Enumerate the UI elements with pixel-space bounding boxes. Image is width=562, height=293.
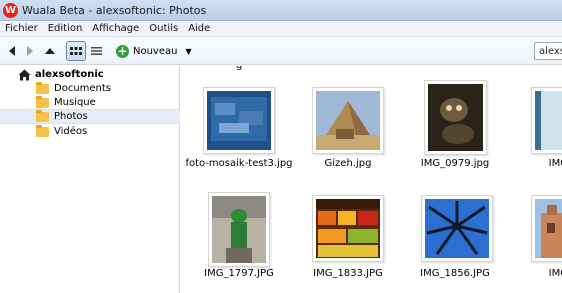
folder-icon	[36, 124, 49, 137]
thumbnail-view-button[interactable]	[66, 41, 86, 61]
new-button-label: Nouveau	[133, 45, 178, 57]
building-photo-icon	[535, 199, 562, 258]
menu-fichier[interactable]: Fichier	[0, 21, 43, 37]
file-thumbnail[interactable]	[208, 192, 270, 267]
menu-bar: Fichier Edition Affichage Outils Aide	[0, 21, 562, 37]
file-thumbnail[interactable]	[203, 87, 275, 154]
menu-affichage[interactable]: Affichage	[87, 21, 144, 37]
file-thumbnail[interactable]	[531, 87, 562, 154]
tree-root-alexsoftonic[interactable]: alexsoftonic	[18, 67, 104, 82]
menu-edition[interactable]: Edition	[43, 21, 88, 37]
mosaic-photo-icon	[207, 91, 271, 150]
file-thumbnail[interactable]	[424, 80, 487, 155]
sidebar-item-videos[interactable]: Vidéos	[36, 124, 180, 139]
statue-photo-icon	[212, 196, 266, 263]
list-view-button[interactable]	[89, 43, 103, 59]
folder-icon	[36, 95, 49, 108]
up-button[interactable]	[44, 43, 56, 59]
sidebar-item-label: Documents	[54, 83, 112, 94]
window-title: Wuala Beta - alexsoftonic: Photos	[22, 4, 207, 17]
monkey-photo-icon	[428, 84, 483, 151]
back-arrow-icon	[9, 46, 15, 56]
folder-icon	[36, 81, 49, 94]
sidebar-item-label: Musique	[54, 97, 96, 108]
waterfall-photo-icon	[535, 91, 562, 150]
forward-button[interactable]	[24, 43, 36, 59]
truncated-caption: g	[236, 66, 242, 71]
folder-icon	[36, 109, 49, 122]
menu-aide[interactable]: Aide	[183, 21, 215, 37]
sidebar-item-label: Vidéos	[54, 126, 88, 137]
sidebar-item-documents[interactable]: Documents	[36, 81, 180, 96]
file-name[interactable]: IMG_1833.JPG	[293, 268, 403, 279]
sidebar-item-label: Photos	[54, 111, 88, 122]
sidebar-item-musique[interactable]: Musique	[36, 95, 180, 110]
grid-view-icon	[70, 47, 82, 55]
market-photo-icon	[316, 199, 380, 258]
file-name[interactable]: Gizeh.jpg	[293, 158, 403, 169]
file-name[interactable]: foto-mosaik-test3.jpg	[184, 158, 294, 169]
sidebar-item-photos[interactable]: Photos	[0, 109, 180, 124]
chevron-down-icon[interactable]: ▼	[185, 47, 191, 56]
file-thumbnail[interactable]	[421, 195, 493, 262]
file-name[interactable]: IMG_1856.JPG	[400, 268, 510, 279]
palm-tree-photo-icon	[425, 199, 489, 258]
plus-icon: +	[116, 43, 129, 58]
file-thumbnail[interactable]	[312, 87, 384, 154]
new-button[interactable]: + Nouveau ▼	[116, 43, 196, 59]
folder-tree: alexsoftonic Documents Musique Photos Vi…	[0, 66, 180, 293]
up-arrow-icon	[45, 48, 55, 54]
file-name[interactable]: IMG_1	[509, 268, 562, 279]
search-input[interactable]	[534, 42, 562, 60]
home-icon	[18, 69, 31, 80]
app-logo-icon: W	[3, 3, 18, 18]
file-name[interactable]: IMG_0979.jpg	[400, 158, 510, 169]
file-name[interactable]: IMG_1797.JPG	[184, 268, 294, 279]
back-button[interactable]	[6, 43, 18, 59]
toolbar: + Nouveau ▼	[0, 37, 562, 65]
file-name[interactable]: IMG_1	[509, 158, 562, 169]
file-thumbnail[interactable]	[531, 195, 562, 262]
title-bar: W Wuala Beta - alexsoftonic: Photos	[0, 0, 562, 21]
forward-arrow-icon	[27, 46, 33, 56]
file-grid: g foto-mosaik-test3.jpg Gizeh.jpg I	[181, 66, 562, 293]
list-view-icon	[90, 47, 102, 55]
tree-root-label: alexsoftonic	[35, 69, 104, 80]
pyramid-photo-icon	[316, 91, 380, 150]
file-thumbnail[interactable]	[312, 195, 384, 262]
menu-outils[interactable]: Outils	[144, 21, 183, 37]
